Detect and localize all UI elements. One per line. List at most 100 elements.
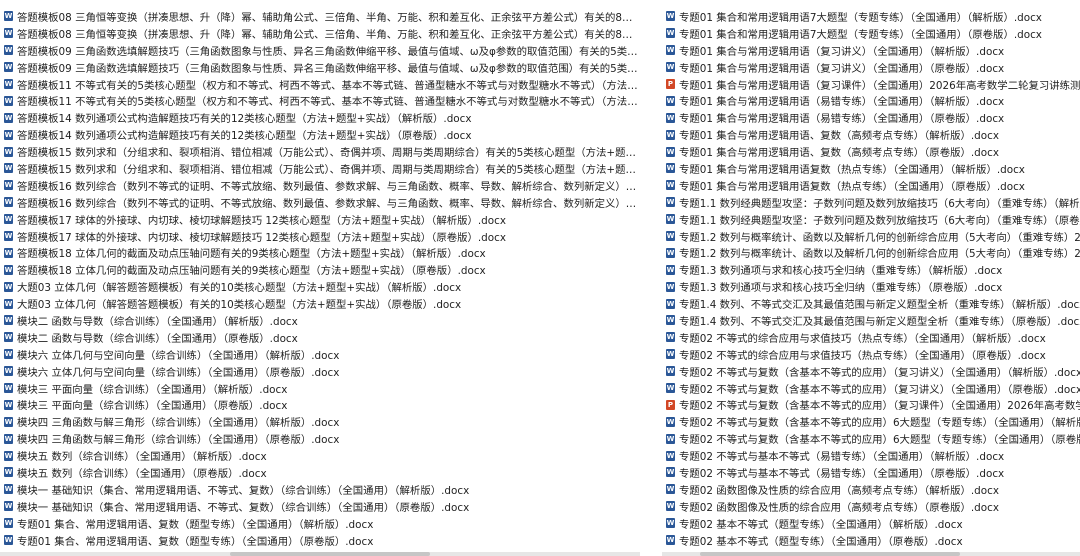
file-row[interactable]: W 专题02 不等式与复数（含基本不等式的应用）（复习讲义）（全国通用）（原卷版）… xyxy=(662,380,1080,397)
file-name: 专题02 不等式与复数（含基本不等式的应用）6大题型（专题专练）（全国通用）（原… xyxy=(679,434,1080,447)
scrollbar-thumb-right[interactable] xyxy=(700,552,960,556)
file-row[interactable]: W 专题01 集合和常用逻辑用语7大题型（专题专练）（全国通用）（解析版）.doc… xyxy=(662,8,1080,25)
file-name: 大题03 立体几何（解答题答题模板）有关的10类核心题型（方法+题型+实战）（解… xyxy=(17,282,462,295)
file-row[interactable]: W 专题01 集合与常用逻辑用语（复习讲义）（全国通用）（解析版）.docx xyxy=(662,42,1080,59)
file-row[interactable]: W 专题1.3 数列通项与求和核心技巧全归纳（重难专练）（原卷版）.docx xyxy=(662,278,1080,295)
word-file-icon: W xyxy=(666,180,675,191)
file-row[interactable]: W 专题1.3 数列通项与求和核心技巧全归纳（重难专练）（解析版）.docx xyxy=(662,261,1080,278)
file-row[interactable]: W 专题02 基本不等式（题型专练）（全国通用）（原卷版）.docx xyxy=(662,532,1080,549)
word-file-icon: W xyxy=(666,535,675,546)
file-row[interactable]: W 专题01 集合与常用逻辑用语（易错专练）（全国通用）（解析版）.docx xyxy=(662,92,1080,109)
file-name: 专题02 不等式与复数（含基本不等式的应用）（复习课件）（全国通用）2026年高… xyxy=(679,400,1080,413)
file-row[interactable]: W 大题03 立体几何（解答题答题模板）有关的10类核心题型（方法+题型+实战）（… xyxy=(0,278,660,295)
scrollbar-thumb-left[interactable] xyxy=(230,552,430,556)
file-row[interactable]: W 模块一 基础知识（集合、常用逻辑用语、不等式、复数）（综合训练）（全国通用）（… xyxy=(0,498,660,515)
word-file-icon: W xyxy=(4,501,13,512)
file-row[interactable]: P 专题01 集合与常用逻辑用语（复习课件）（全国通用）2026年高考数学二轮复习… xyxy=(662,76,1080,93)
word-file-icon: W xyxy=(4,146,13,157)
file-row[interactable]: W 模块二 函数与导数（综合训练）（全国通用）（原卷版）.docx xyxy=(0,329,660,346)
file-row[interactable]: W 专题02 不等式与基本不等式（易错专练）（全国通用）（原卷版）.docx xyxy=(662,464,1080,481)
file-row[interactable]: W 专题01 集合与常用逻辑用语复数（热点专练）（全国通用）（解析版）.docx xyxy=(662,160,1080,177)
file-row[interactable]: W 答题模板17 球体的外接球、内切球、棱切球解题技巧 12类核心题型（方法+题型… xyxy=(0,211,660,228)
word-file-icon: W xyxy=(666,298,675,309)
word-file-icon: W xyxy=(4,518,13,529)
file-row[interactable]: W 专题02 不等式与复数（含基本不等式的应用）（复习讲义）（全国通用）（解析版）… xyxy=(662,363,1080,380)
file-row[interactable]: W 答题模板15 数列求和（分组求和、裂项相消、错位相减（万能公式）、奇偶并项、周… xyxy=(0,143,660,160)
word-file-icon: W xyxy=(666,112,675,123)
file-row[interactable]: W 答题模板11 不等式有关的5类核心题型（权方和不等式、柯西不等式、基本不等式链… xyxy=(0,76,660,93)
file-row[interactable]: W 专题01 集合和常用逻辑用语7大题型（专题专练）（全国通用）（原卷版）.doc… xyxy=(662,25,1080,42)
file-row[interactable]: W 答题模板11 不等式有关的5类核心题型（权方和不等式、柯西不等式、基本不等式链… xyxy=(0,92,660,109)
file-list-column-left: W 答题模板08 三角恒等变换（拼凑思想、升（降）幂、辅助角公式、三倍角、半角、万… xyxy=(0,8,660,556)
file-row[interactable]: W 专题1.4 数列、不等式交汇及其最值范围与新定义题型全析（重难专练）（原卷版）… xyxy=(662,312,1080,329)
file-row[interactable]: W 专题02 不等式与复数（含基本不等式的应用）6大题型（专题专练）（全国通用）（… xyxy=(662,430,1080,447)
word-file-icon: W xyxy=(4,62,13,73)
file-row[interactable]: W 答题模板14 数列通项公式构造解题技巧有关的12类核心题型（方法+题型+实战）… xyxy=(0,109,660,126)
file-row[interactable]: W 答题模板09 三角函数选填解题技巧（三角函数图象与性质、异名三角函数伸缩平移、… xyxy=(0,42,660,59)
word-file-icon: W xyxy=(4,433,13,444)
file-row[interactable]: W 专题1.1 数列经典题型攻坚：子数列问题及数列放缩技巧（6大考向）（重难专练）… xyxy=(662,211,1080,228)
word-file-icon: W xyxy=(4,366,13,377)
file-row[interactable]: W 模块一 基础知识（集合、常用逻辑用语、不等式、复数）（综合训练）（全国通用）（… xyxy=(0,481,660,498)
file-name: 答题模板16 数列综合（数列不等式的证明、不等式放缩、数列最值、参数求解、与三角… xyxy=(17,180,642,193)
word-file-icon: W xyxy=(4,315,13,326)
file-name: 答题模板08 三角恒等变换（拼凑思想、升（降）幂、辅助角公式、三倍角、半角、万能… xyxy=(17,11,642,24)
file-row[interactable]: W 专题01 集合与常用逻辑用语复数（热点专练）（全国通用）（原卷版）.docx xyxy=(662,177,1080,194)
file-row[interactable]: W 答题模板16 数列综合（数列不等式的证明、不等式放缩、数列最值、参数求解、与三… xyxy=(0,177,660,194)
file-row[interactable]: P 专题02 不等式与复数（含基本不等式的应用）（复习课件）（全国通用）2026年… xyxy=(662,396,1080,413)
file-name: 专题02 函数图像及性质的综合应用（高频考点专练）（解析版）.docx xyxy=(679,484,999,497)
word-file-icon: W xyxy=(666,28,675,39)
file-name: 专题1.2 数列与概率统计、函数以及解析几何的创新综合应用（5大考向）（重难专练… xyxy=(679,248,1080,261)
file-name: 专题02 基本不等式（题型专练）（全国通用）（原卷版）.docx xyxy=(679,535,963,548)
file-name: 模块三 平面向量（综合训练）（全国通用）（解析版）.docx xyxy=(17,383,288,396)
file-name: 专题02 不等式与基本不等式（易错专练）（全国通用）（解析版）.docx xyxy=(679,451,1005,464)
file-row[interactable]: W 答题模板08 三角恒等变换（拼凑思想、升（降）幂、辅助角公式、三倍角、半角、万… xyxy=(0,8,660,25)
file-row[interactable]: W 专题1.1 数列经典题型攻坚：子数列问题及数列放缩技巧（6大考向）（重难专练）… xyxy=(662,194,1080,211)
file-row[interactable]: W 模块四 三角函数与解三角形（综合训练）（全国通用）（原卷版）.docx xyxy=(0,430,660,447)
file-row[interactable]: W 答题模板17 球体的外接球、内切球、棱切球解题技巧 12类核心题型（方法+题型… xyxy=(0,228,660,245)
file-row[interactable]: W 专题01 集合与常用逻辑用语、复数（高频考点专练）（解析版）.docx xyxy=(662,126,1080,143)
file-row[interactable]: W 专题01 集合与常用逻辑用语（易错专练）（全国通用）（原卷版）.docx xyxy=(662,109,1080,126)
file-row[interactable]: W 答题模板15 数列求和（分组求和、裂项相消、错位相减（万能公式）、奇偶并项、周… xyxy=(0,160,660,177)
file-row[interactable]: W 专题01 集合与常用逻辑用语（复习讲义）（全国通用）（原卷版）.docx xyxy=(662,59,1080,76)
file-row[interactable]: W 大题03 立体几何（解答题答题模板）有关的10类核心题型（方法+题型+实战）（… xyxy=(0,295,660,312)
file-row[interactable]: W 答题模板09 三角函数选填解题技巧（三角函数图象与性质、异名三角函数伸缩平移、… xyxy=(0,59,660,76)
file-row[interactable]: W 专题1.2 数列与概率统计、函数以及解析几何的创新综合应用（5大考向）（重难专… xyxy=(662,228,1080,245)
file-row[interactable]: W 答题模板18 立体几何的截面及动点压轴问题有关的9类核心题型（方法+题型+实战… xyxy=(0,261,660,278)
word-file-icon: W xyxy=(666,197,675,208)
file-name: 模块一 基础知识（集合、常用逻辑用语、不等式、复数）（综合训练）（全国通用）（解… xyxy=(17,484,470,497)
file-name: 答题模板09 三角函数选填解题技巧（三角函数图象与性质、异名三角函数伸缩平移、最… xyxy=(17,45,642,58)
file-name: 专题01 集合和常用逻辑用语7大题型（专题专练）（全国通用）（原卷版）.docx xyxy=(679,28,1042,41)
file-name: 模块一 基础知识（集合、常用逻辑用语、不等式、复数）（综合训练）（全国通用）（原… xyxy=(17,501,470,514)
file-row[interactable]: W 专题02 函数图像及性质的综合应用（高频考点专练）（原卷版）.docx xyxy=(662,498,1080,515)
file-row[interactable]: W 答题模板14 数列通项公式构造解题技巧有关的12类核心题型（方法+题型+实战）… xyxy=(0,126,660,143)
file-row[interactable]: W 专题02 不等式的综合应用与求值技巧（热点专练）（全国通用）（原卷版）.doc… xyxy=(662,346,1080,363)
file-row[interactable]: W 模块六 立体几何与空间向量（综合训练）（全国通用）（原卷版）.docx xyxy=(0,363,660,380)
file-row[interactable]: W 专题02 不等式与基本不等式（易错专练）（全国通用）（解析版）.docx xyxy=(662,447,1080,464)
file-row[interactable]: W 专题1.4 数列、不等式交汇及其最值范围与新定义题型全析（重难专练）（解析版）… xyxy=(662,295,1080,312)
file-row[interactable]: W 模块二 函数与导数（综合训练）（全国通用）（解析版）.docx xyxy=(0,312,660,329)
file-row[interactable]: W 模块四 三角函数与解三角形（综合训练）（全国通用）（解析版）.docx xyxy=(0,413,660,430)
file-name: 专题01 集合与常用逻辑用语（易错专练）（全国通用）（解析版）.docx xyxy=(679,96,1005,109)
file-row[interactable]: W 专题01 集合、常用逻辑用语、复数（题型专练）（全国通用）（原卷版）.docx xyxy=(0,532,660,549)
file-row[interactable]: W 专题01 集合、常用逻辑用语、复数（题型专练）（全国通用）（解析版）.docx xyxy=(0,515,660,532)
file-row[interactable]: W 专题01 集合与常用逻辑用语、复数（高频考点专练）（原卷版）.docx xyxy=(662,143,1080,160)
word-file-icon: W xyxy=(666,383,675,394)
file-row[interactable]: W 模块六 立体几何与空间向量（综合训练）（全国通用）（解析版）.docx xyxy=(0,346,660,363)
powerpoint-file-icon: P xyxy=(666,79,675,89)
file-row[interactable]: W 专题02 基本不等式（题型专练）（全国通用）（解析版）.docx xyxy=(662,515,1080,532)
file-row[interactable]: W 答题模板18 立体几何的截面及动点压轴问题有关的9类核心题型（方法+题型+实战… xyxy=(0,244,660,261)
file-row[interactable]: W 专题02 不等式与复数（含基本不等式的应用）6大题型（专题专练）（全国通用）（… xyxy=(662,413,1080,430)
file-name: 专题01 集合与常用逻辑用语复数（热点专练）（全国通用）（解析版）.docx xyxy=(679,163,1025,176)
file-row[interactable]: W 专题02 不等式的综合应用与求值技巧（热点专练）（全国通用）（解析版）.doc… xyxy=(662,329,1080,346)
word-file-icon: W xyxy=(666,467,675,478)
file-row[interactable]: W 专题1.2 数列与概率统计、函数以及解析几何的创新综合应用（5大考向）（重难专… xyxy=(662,244,1080,261)
file-row[interactable]: W 模块五 数列（综合训练）（全国通用）（原卷版）.docx xyxy=(0,464,660,481)
file-row[interactable]: W 专题02 函数图像及性质的综合应用（高频考点专练）（解析版）.docx xyxy=(662,481,1080,498)
file-row[interactable]: W 答题模板08 三角恒等变换（拼凑思想、升（降）幂、辅助角公式、三倍角、半角、万… xyxy=(0,25,660,42)
file-row[interactable]: W 答题模板16 数列综合（数列不等式的证明、不等式放缩、数列最值、参数求解、与三… xyxy=(0,194,660,211)
file-row[interactable]: W 模块三 平面向量（综合训练）（全国通用）（解析版）.docx xyxy=(0,380,660,397)
file-row[interactable]: W 模块五 数列（综合训练）（全国通用）（解析版）.docx xyxy=(0,447,660,464)
file-row[interactable]: W 模块三 平面向量（综合训练）（全国通用）（原卷版）.docx xyxy=(0,396,660,413)
file-name: 专题02 不等式与复数（含基本不等式的应用）（复习讲义）（全国通用）（原卷版）.… xyxy=(679,383,1080,396)
